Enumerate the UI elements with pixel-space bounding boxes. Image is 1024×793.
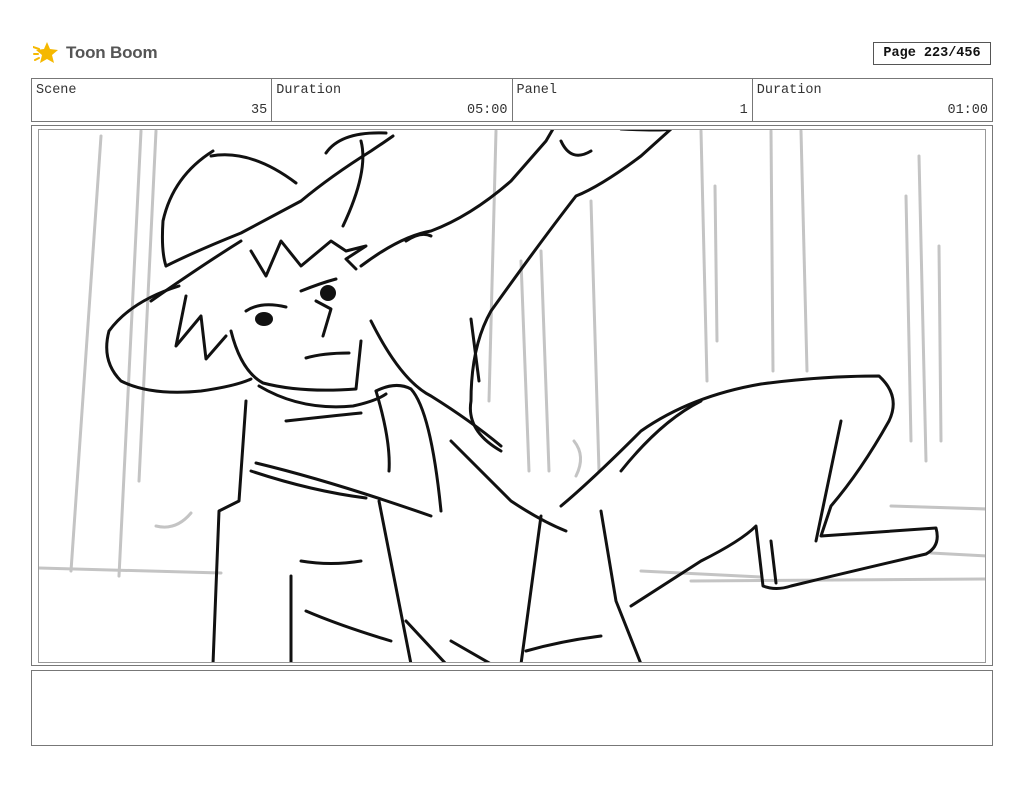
- scene-duration-label: Duration: [276, 83, 342, 98]
- notes-box: [31, 670, 993, 746]
- brand-name: Toon Boom: [66, 43, 158, 62]
- panel-cell: Panel 1: [513, 79, 753, 121]
- background-lines: [39, 130, 985, 583]
- scene-label: Scene: [36, 83, 77, 98]
- storyboard-panel-image: [38, 129, 986, 663]
- panel-value: 1: [739, 103, 748, 118]
- scene-duration-cell: Duration 05:00: [272, 79, 513, 121]
- scene-duration-value: 05:00: [466, 103, 508, 118]
- scene-cell: Scene 35: [32, 79, 273, 121]
- sketch-drawing: [39, 130, 985, 662]
- character-sketch: [105, 130, 939, 662]
- panel-duration-cell: Duration 01:00: [753, 79, 992, 121]
- panel-info-row: Scene 35 Duration 05:00 Panel 1 Duration…: [31, 78, 993, 122]
- panel-duration-label: Duration: [756, 83, 822, 98]
- page-indicator: Page 223/456: [873, 42, 991, 65]
- toon-boom-logo: Toon Boom: [33, 38, 173, 68]
- panel-duration-value: 01:00: [947, 103, 988, 118]
- toon-boom-star-icon: [33, 42, 58, 63]
- scene-value: 35: [251, 103, 268, 118]
- panel-label: Panel: [516, 83, 558, 98]
